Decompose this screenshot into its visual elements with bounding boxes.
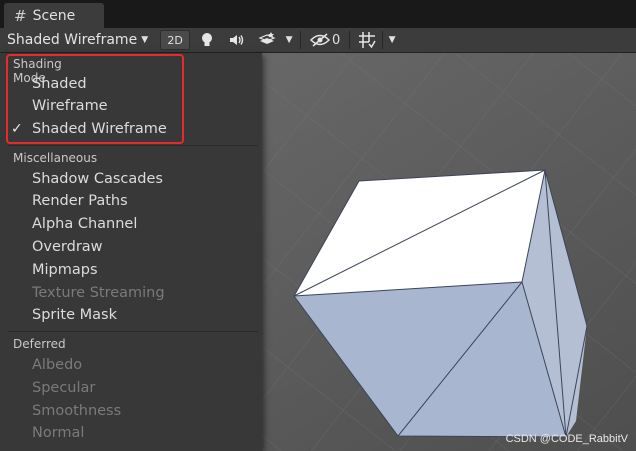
menu-item-specular: Specular: [32, 380, 96, 396]
menu-item-overdraw[interactable]: Overdraw: [32, 239, 103, 255]
scene-toolbar: Shaded Wireframe ▼ 2D ▼ 0 ▼: [0, 28, 636, 53]
hidden-objects-toggle[interactable]: 0: [305, 30, 345, 50]
watermark: CSDN @CODE_RabbitV: [505, 433, 628, 445]
tab-bar: # Scene: [0, 0, 636, 28]
lightbulb-icon: [202, 33, 213, 46]
chevron-down-icon: ▼: [285, 35, 293, 45]
menu-item-texture-streaming: Texture Streaming: [32, 285, 165, 301]
menu-item-normal: Normal: [32, 425, 85, 441]
menu-item-alpha-channel[interactable]: Alpha Channel: [32, 216, 137, 232]
menu-divider: [8, 145, 258, 146]
toggle-2d-label: 2D: [167, 33, 183, 47]
audio-toggle-button[interactable]: [224, 30, 250, 50]
visibility-icon: [309, 33, 330, 47]
tab-scene-label: Scene: [32, 7, 76, 24]
gizmos-icon: [359, 32, 376, 49]
toolbar-divider: [300, 31, 302, 49]
menu-item-shadow-cascades[interactable]: Shadow Cascades: [32, 171, 163, 187]
menu-item-albedo: Albedo: [32, 357, 83, 373]
gizmos-toggle-button[interactable]: [354, 30, 380, 50]
menu-item-sprite-mask[interactable]: Sprite Mask: [32, 307, 117, 323]
shading-mode-dropdown[interactable]: Shaded Wireframe ▼: [0, 28, 154, 52]
effects-toggle-button[interactable]: [254, 30, 280, 50]
chevron-down-icon: ▼: [388, 35, 396, 45]
effects-icon: [258, 32, 276, 44]
menu-divider: [8, 331, 258, 332]
toolbar-divider: [382, 31, 384, 49]
section-miscellaneous: Miscellaneous: [13, 151, 98, 165]
menu-item-shaded-wireframe[interactable]: Shaded Wireframe: [32, 121, 167, 137]
grid-hash-icon: #: [14, 6, 27, 25]
menu-item-render-paths[interactable]: Render Paths: [32, 193, 128, 209]
section-deferred: Deferred: [13, 337, 66, 351]
menu-item-shaded[interactable]: Shaded: [32, 76, 87, 92]
shading-mode-label: Shaded Wireframe: [7, 32, 138, 48]
tab-scene[interactable]: # Scene: [4, 3, 104, 28]
check-icon: ✓: [11, 121, 23, 137]
lighting-toggle-button[interactable]: [194, 30, 220, 50]
chevron-down-icon: ▼: [141, 35, 149, 45]
hidden-count: 0: [331, 32, 341, 48]
menu-item-mipmaps[interactable]: Mipmaps: [32, 262, 98, 278]
effects-menu-button[interactable]: ▼: [282, 30, 296, 50]
menu-item-smoothness: Smoothness: [32, 403, 122, 419]
gizmos-menu-button[interactable]: ▼: [385, 30, 399, 50]
audio-icon: [230, 35, 244, 45]
toolbar-divider: [349, 31, 351, 49]
toggle-2d-button[interactable]: 2D: [160, 30, 191, 50]
menu-item-wireframe[interactable]: Wireframe: [32, 98, 108, 114]
